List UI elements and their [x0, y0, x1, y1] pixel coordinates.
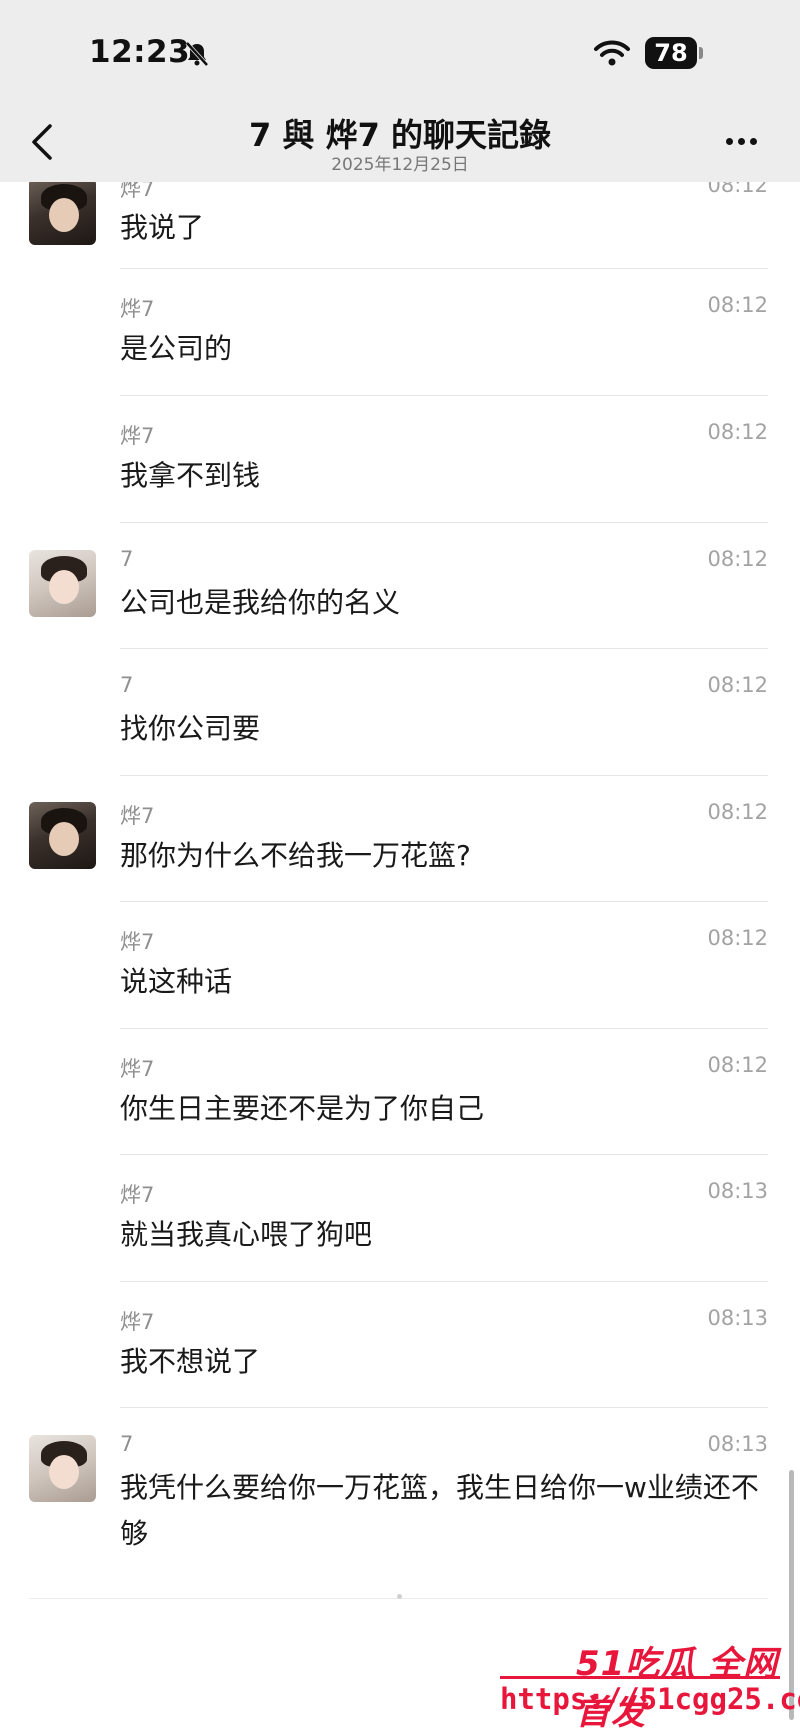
watermark-url: https://51cgg25.com [500, 1682, 800, 1716]
bell-slash-icon [185, 41, 209, 67]
message-text: 我凭什么要给你一万花篮，我生日给你一w业绩还不够 [120, 1471, 759, 1550]
more-button[interactable] [726, 130, 768, 150]
navigation-header: 12:23 78 7 與 烨7 的聊天記錄 2025年12月25日 [0, 0, 800, 182]
message-time: 08:13 [707, 1306, 768, 1330]
sender-name: 烨7 [120, 1057, 155, 1081]
divider [120, 1154, 768, 1155]
sender-name: 7 [120, 1432, 134, 1456]
sender-name: 烨7 [120, 1183, 155, 1207]
avatar[interactable] [29, 178, 96, 245]
message-time: 08:12 [707, 1053, 768, 1077]
sender-name: 烨7 [120, 297, 155, 321]
page-indicator-dot [397, 1594, 402, 1599]
battery-indicator: 78 [645, 37, 697, 69]
message-text: 我不想说了 [120, 1345, 261, 1378]
message-time: 08:12 [707, 293, 768, 317]
battery-tip [699, 47, 703, 59]
message-text: 公司也是我给你的名义 [120, 586, 401, 619]
divider [120, 522, 768, 523]
message-text: 那你为什么不给我一万花篮? [120, 839, 471, 872]
message-text: 我拿不到钱 [120, 459, 261, 492]
message-time: 08:13 [707, 1179, 768, 1203]
divider [120, 268, 768, 269]
message-time: 08:12 [707, 926, 768, 950]
status-time: 12:23 [89, 34, 191, 70]
sender-name: 7 [120, 547, 134, 571]
message-time: 08:12 [707, 800, 768, 824]
avatar[interactable] [29, 1435, 96, 1502]
message-time: 08:12 [707, 673, 768, 697]
sender-name: 烨7 [120, 930, 155, 954]
sender-name: 7 [120, 673, 134, 697]
message-time: 08:12 [707, 420, 768, 444]
divider [120, 1407, 768, 1408]
message-text: 是公司的 [120, 332, 233, 365]
divider [120, 1281, 768, 1282]
avatar[interactable] [29, 802, 96, 869]
sender-name: 烨7 [120, 1310, 155, 1334]
divider [120, 648, 768, 649]
watermark-line [500, 1676, 780, 1679]
message-time: 08:12 [707, 547, 768, 571]
page-subtitle: 2025年12月25日 [331, 155, 469, 175]
message-text: 找你公司要 [120, 712, 261, 745]
chat-history-list[interactable]: 烨7 08:12 我说了 烨7 08:12 是公司的 烨7 08:12 我拿不到… [0, 0, 800, 1735]
divider [120, 775, 768, 776]
message-time: 08:13 [707, 1432, 768, 1456]
message-text: 就当我真心喂了狗吧 [120, 1218, 373, 1251]
divider [120, 395, 768, 396]
divider [120, 901, 768, 902]
divider [120, 1028, 768, 1029]
message-text: 我说了 [120, 211, 205, 244]
avatar[interactable] [29, 550, 96, 617]
more-icon [726, 138, 733, 145]
sender-name: 烨7 [120, 804, 155, 828]
message-text: 说这种话 [120, 965, 233, 998]
message-text: 你生日主要还不是为了你自己 [120, 1092, 485, 1125]
sender-name: 烨7 [120, 424, 155, 448]
wifi-icon [594, 40, 630, 66]
